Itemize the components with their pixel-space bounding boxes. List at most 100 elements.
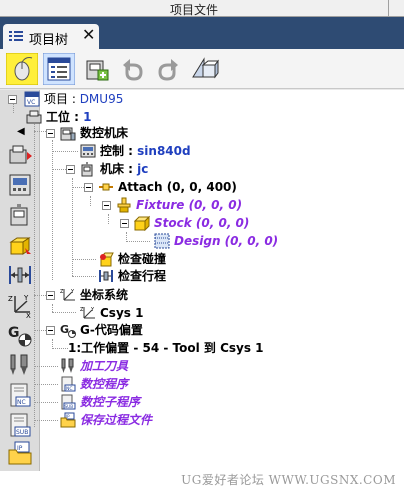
svg-text:Y: Y [23, 294, 29, 302]
tree-line [72, 259, 96, 260]
tree-line [52, 312, 76, 313]
collapse-toggle-icon[interactable] [8, 95, 17, 104]
tree-line [52, 304, 53, 312]
sidebar-saved-process-button[interactable]: IP [7, 440, 33, 466]
tree-item-saved-process[interactable]: IP 保存过程文件 [58, 411, 198, 429]
sidebar-control-button[interactable] [7, 172, 33, 198]
undo-icon [123, 59, 143, 81]
station-label: 工位 : [46, 110, 84, 124]
design-label: Design (0, 0, 0) [174, 234, 279, 248]
cnc-machine-icon [60, 125, 76, 141]
nc-program-icon: NC [10, 383, 31, 407]
tree-item-control[interactable]: 控制 : sin840d [78, 142, 218, 160]
project-files-title: 项目文件 [169, 3, 218, 17]
tree-item-machine[interactable]: 机床 : jc [62, 160, 182, 178]
sidebar-gcode-button[interactable]: G [7, 322, 33, 348]
svg-text:Z: Z [80, 307, 84, 313]
tree-item-stock[interactable]: Stock (0, 0, 0) [116, 214, 296, 232]
tree-item-nc-program[interactable]: NC 数控程序 [58, 375, 178, 393]
svg-text:VC: VC [27, 99, 35, 106]
tree-item-work-offset[interactable]: 1:工作偏置 - 54 - Tool 到 Csys 1 [68, 339, 298, 357]
collapse-toggle-icon[interactable] [120, 219, 129, 228]
tab-list-icon [9, 30, 23, 42]
tree-item-csys1[interactable]: ZY Csys 1 [78, 304, 198, 322]
close-icon[interactable]: ✕ [82, 27, 95, 43]
tree-item-travel-check[interactable]: 检查行程 [96, 267, 216, 285]
svg-text:IP: IP [17, 445, 23, 452]
export-3d-icon [192, 57, 219, 79]
tree-line [72, 178, 73, 276]
sidebar-machine-button[interactable] [7, 202, 33, 228]
svg-text:Y: Y [70, 289, 75, 295]
attach-icon [98, 179, 114, 195]
tree-line [126, 241, 150, 242]
design-icon [154, 233, 170, 249]
tree-item-design[interactable]: Design (0, 0, 0) [152, 232, 292, 250]
tree-item-collision-check[interactable]: 检查碰撞 [96, 250, 216, 268]
project-files-header: 项目文件 [0, 0, 404, 17]
header-divider [388, 0, 389, 17]
toolbar [0, 49, 404, 89]
add-machine-button[interactable] [80, 53, 112, 85]
redo-button[interactable] [152, 53, 184, 85]
machine-icon [10, 204, 28, 226]
sidebar-subprogram-button[interactable]: SUB [7, 412, 33, 438]
sidebar-coordinate-button[interactable]: Z Y X [7, 292, 33, 320]
stock-label: Stock (0, 0, 0) [154, 216, 250, 230]
sidebar-tools-button[interactable] [7, 352, 33, 378]
tree-item-coordinate-system[interactable]: ZY 坐标系统 [42, 286, 162, 304]
tree-line [34, 124, 35, 427]
tree-item-nc-subprogram[interactable]: SUB 数控子程序 [58, 393, 178, 411]
tree-line [72, 276, 96, 277]
tree-item-attach[interactable]: Attach (0, 0, 400) [80, 178, 260, 196]
svg-text:G: G [8, 325, 20, 341]
tree-item-project[interactable]: VC 项目 : DMU95 [4, 90, 144, 108]
collapse-left-icon[interactable]: ◀ [17, 126, 25, 137]
sidebar-add-station-button[interactable] [7, 142, 33, 168]
svg-text:SUB: SUB [65, 404, 74, 409]
collapse-toggle-icon[interactable] [46, 129, 55, 138]
sidebar-nc-program-button[interactable]: NC [7, 382, 33, 408]
collapse-toggle-icon[interactable] [102, 201, 111, 210]
work-offset-label: 1:工作偏置 - 54 - Tool 到 Csys 1 [68, 341, 264, 355]
sidebar-component-button[interactable] [7, 232, 33, 258]
station-value: 1 [83, 110, 92, 124]
properties-button[interactable] [42, 52, 76, 86]
redo-icon [158, 59, 178, 81]
tree-line [52, 151, 78, 152]
attach-label: Attach (0, 0, 400) [118, 180, 237, 194]
project-value: DMU95 [79, 92, 124, 106]
tree-item-gcode-offset[interactable]: G G-代码偏置 [42, 321, 182, 339]
machine-label: 机床 : [100, 162, 138, 176]
export-3d-button[interactable] [188, 53, 220, 85]
collapse-toggle-icon[interactable] [46, 326, 55, 335]
svg-text:Z: Z [8, 295, 13, 303]
project-icon: VC [24, 91, 40, 107]
tab-project-tree[interactable]: 项目树 ✕ [3, 24, 99, 49]
tree-item-fixture[interactable]: Fixture (0, 0, 0) [98, 196, 278, 214]
fixture-label: Fixture (0, 0, 0) [136, 198, 243, 212]
station-icon [26, 109, 42, 125]
svg-text:Z: Z [60, 289, 64, 295]
cutting-tools-icon [10, 354, 28, 375]
collapse-toggle-icon[interactable] [46, 291, 55, 300]
collapse-toggle-icon[interactable] [66, 165, 75, 174]
nc-program-icon: NC [60, 376, 76, 392]
add-machine-icon [86, 60, 109, 81]
tree-item-tools[interactable]: 加工刀具 [58, 357, 178, 375]
control-label: 控制 : [100, 144, 138, 158]
undo-button[interactable] [117, 53, 149, 85]
cnc-machine-label: 数控机床 [80, 126, 129, 140]
select-mouse-button[interactable] [5, 52, 39, 86]
collision-check-label: 检查碰撞 [118, 252, 167, 266]
tree-item-cnc-machine[interactable]: 数控机床 [42, 124, 162, 142]
tree-line [34, 420, 58, 421]
collapse-toggle-icon[interactable] [84, 183, 93, 192]
tab-label: 项目树 [29, 33, 69, 48]
collision-check-icon [98, 251, 114, 267]
travel-check-label: 检查行程 [118, 269, 167, 283]
tree-line [34, 384, 58, 385]
tree-line [52, 348, 68, 349]
sidebar-travel-button[interactable] [7, 262, 33, 288]
machine-value: jc [137, 162, 149, 176]
